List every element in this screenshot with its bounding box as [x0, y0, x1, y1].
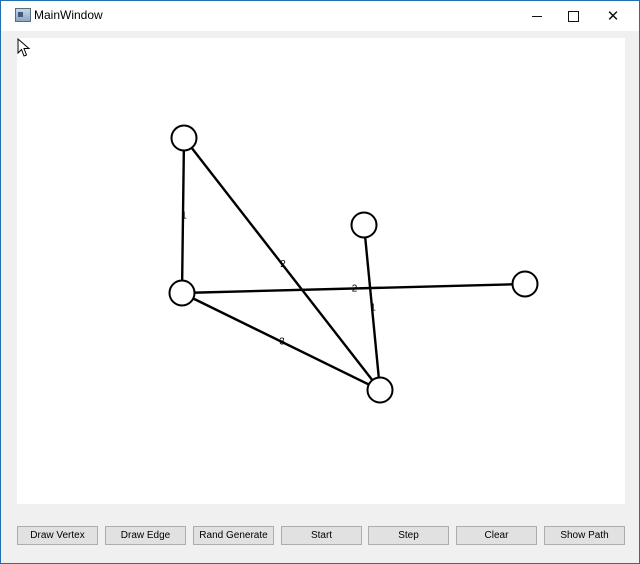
vertex-v5[interactable] [366, 376, 394, 404]
mouse-cursor-icon [17, 38, 31, 57]
app-icon [15, 8, 31, 22]
maximize-button[interactable] [553, 1, 593, 31]
edge-weight-label: 3 [279, 337, 285, 348]
vertex-v3[interactable] [168, 279, 196, 307]
vertex-v2[interactable] [350, 211, 378, 239]
vertex-v1[interactable] [170, 124, 198, 152]
window-title: MainWindow [34, 8, 103, 22]
start-button[interactable]: Start [281, 526, 362, 545]
graph-canvas[interactable]: 1 2 2 3 1 [17, 38, 625, 504]
graph-drawing: 1 2 2 3 1 [168, 124, 539, 404]
minimize-icon [532, 15, 542, 17]
title-bar[interactable]: MainWindow ✕ [1, 1, 639, 31]
edge-weight-label: 1 [181, 211, 187, 222]
edge-weight-label: 2 [352, 284, 358, 295]
vertex-v4[interactable] [511, 270, 539, 298]
step-button[interactable]: Step [368, 526, 449, 545]
edge-weight-label: 1 [370, 303, 376, 314]
maximize-icon [567, 10, 579, 22]
clear-button[interactable]: Clear [456, 526, 537, 545]
toolbar: Draw Vertex Draw Edge Rand Generate Star… [1, 521, 640, 551]
minimize-button[interactable] [517, 1, 557, 31]
close-button[interactable]: ✕ [593, 1, 633, 31]
edge-weight-label: 2 [280, 259, 286, 270]
close-icon: ✕ [606, 8, 620, 25]
show-path-button[interactable]: Show Path [544, 526, 625, 545]
main-window: MainWindow ✕ 1 2 2 3 1 Draw Vertex Draw Edge… [0, 0, 640, 564]
rand-generate-button[interactable]: Rand Generate [193, 526, 274, 545]
draw-edge-button[interactable]: Draw Edge [105, 526, 186, 545]
draw-vertex-button[interactable]: Draw Vertex [17, 526, 98, 545]
